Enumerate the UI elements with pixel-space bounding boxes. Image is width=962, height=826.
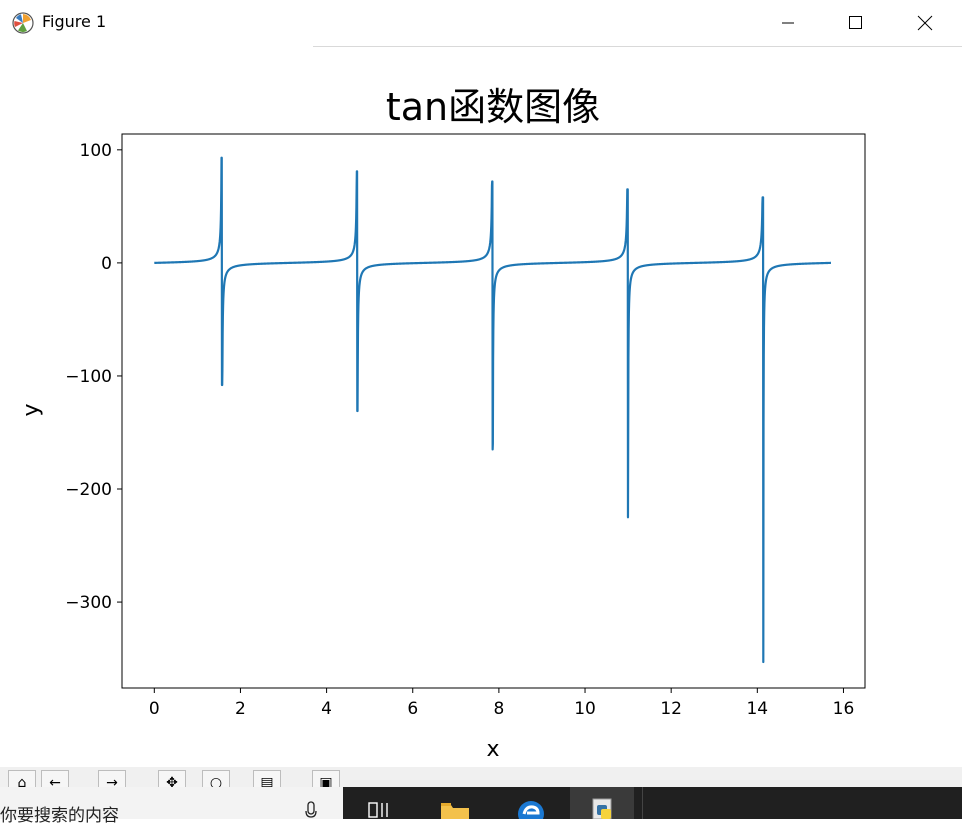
chart-title: tan函数图像 xyxy=(386,85,600,129)
window-title: Figure 1 xyxy=(42,12,107,31)
tan-chart: tan函数图像 0 2 4 6 8 10 12 14 161000−100−200−300 x … xyxy=(19,85,866,762)
y-tick-label: 0 xyxy=(101,254,112,274)
y-tick-label: −200 xyxy=(65,480,112,500)
edge-browser-button[interactable] xyxy=(508,787,554,819)
x-tick-label: 2 xyxy=(235,699,246,719)
zoom-icon: ○ xyxy=(209,775,223,787)
back-arrow-icon: ← xyxy=(49,775,61,787)
x-tick-label: 0 xyxy=(149,699,160,719)
x-tick-label: 10 xyxy=(574,699,596,719)
x-tick-label: 12 xyxy=(660,699,682,719)
subplots-button[interactable]: ▤ xyxy=(253,770,281,787)
x-tick-label: 16 xyxy=(833,699,855,719)
python-app-icon xyxy=(592,798,612,819)
python-app-button[interactable] xyxy=(570,787,634,819)
maximize-button[interactable] xyxy=(832,0,878,46)
subplots-icon: ▤ xyxy=(260,775,274,787)
series-line-tan xyxy=(153,156,832,664)
taskbar-search[interactable]: 你要搜索的内容 xyxy=(0,787,343,826)
x-tick-label: 6 xyxy=(407,699,418,719)
y-tick-label: −300 xyxy=(65,593,112,613)
microphone-icon[interactable] xyxy=(303,801,319,819)
save-icon: ▣ xyxy=(319,775,333,787)
taskbar: 你要搜索的内容 xyxy=(0,787,962,826)
figure-canvas[interactable]: tan函数图像 0 2 4 6 8 10 12 14 16 100 0 −100 −200 −300 x … xyxy=(0,47,962,767)
minimize-icon xyxy=(782,22,794,24)
y-axis-label: y xyxy=(19,403,44,416)
minimize-button[interactable] xyxy=(765,0,811,46)
home-button[interactable]: ⌂ xyxy=(8,770,36,787)
back-button[interactable]: ← xyxy=(41,770,69,787)
close-button[interactable] xyxy=(902,0,948,46)
navigation-toolbar: ⌂ ← → ✥ ○ ▤ ▣ xyxy=(0,767,962,787)
edge-browser-icon xyxy=(518,801,544,819)
window-titlebar: Figure 1 xyxy=(0,0,962,47)
pan-button[interactable]: ✥ xyxy=(158,770,186,787)
save-button[interactable]: ▣ xyxy=(312,770,340,787)
x-tick-label: 14 xyxy=(746,699,768,719)
close-icon xyxy=(917,15,933,31)
task-view-button[interactable] xyxy=(358,787,404,819)
file-explorer-button[interactable] xyxy=(432,787,478,819)
taskbar-divider xyxy=(642,787,643,819)
zoom-button[interactable]: ○ xyxy=(202,770,230,787)
task-view-icon xyxy=(368,802,388,818)
matplotlib-logo-icon xyxy=(12,12,34,34)
x-axis-label: x xyxy=(486,737,499,762)
y-tick-label: −100 xyxy=(65,367,112,387)
maximize-icon xyxy=(849,16,862,29)
pan-icon: ✥ xyxy=(166,775,178,787)
forward-arrow-icon: → xyxy=(106,775,118,787)
x-tick-label: 4 xyxy=(321,699,332,719)
forward-button[interactable]: → xyxy=(98,770,126,787)
file-explorer-icon xyxy=(441,803,469,819)
search-placeholder: 你要搜索的内容 xyxy=(0,806,119,826)
x-tick-label: 8 xyxy=(493,699,504,719)
y-tick-label: 100 xyxy=(80,141,112,161)
home-icon: ⌂ xyxy=(17,775,27,787)
